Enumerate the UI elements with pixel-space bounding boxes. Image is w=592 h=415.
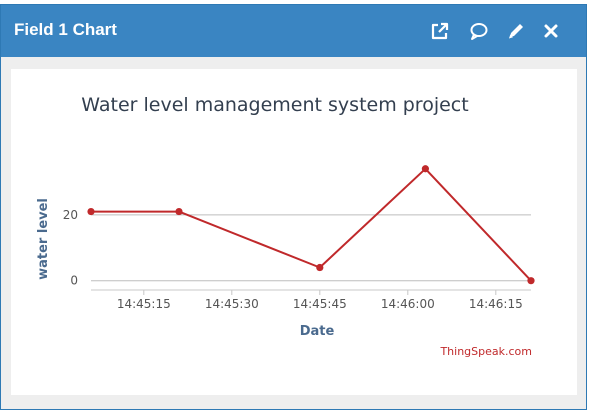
data-point [316, 263, 324, 272]
open-external-button[interactable] [428, 19, 452, 43]
pencil-icon [509, 24, 523, 39]
x-tick-label: 14:45:45 [293, 297, 347, 311]
y-tick-label: 20 [63, 208, 78, 222]
edit-button[interactable] [504, 19, 528, 43]
widget-header: Field 1 Chart [1, 5, 586, 57]
data-point [527, 277, 535, 285]
x-tick-label: 14:45:15 [117, 297, 171, 311]
widget-title: Field 1 Chart [14, 20, 117, 39]
x-axis-label: Date [300, 324, 335, 339]
chart-panel: Water level management system project 0 2… [11, 69, 577, 395]
line-chart: Water level management system project 0 2… [36, 94, 535, 358]
data-point [87, 207, 95, 216]
close-button[interactable] [539, 19, 563, 43]
y-axis-label: water level [36, 198, 51, 280]
y-tick-label: 0 [70, 274, 78, 288]
chart-credit[interactable]: ThingSpeak.com [439, 345, 532, 358]
x-tick-label: 14:45:30 [205, 297, 259, 311]
x-tick-label: 14:46:15 [469, 297, 523, 311]
close-icon [544, 24, 558, 38]
chart-title: Water level management system project [81, 94, 468, 116]
speech-bubble-icon [470, 23, 488, 40]
data-point [175, 207, 183, 216]
chart-widget: Field 1 Chart Water level management sys… [0, 4, 587, 410]
external-link-icon [431, 22, 449, 40]
comment-button[interactable] [467, 19, 491, 43]
series-line [91, 167, 532, 282]
x-tick-label: 14:46:00 [381, 297, 435, 311]
data-point [421, 165, 429, 173]
